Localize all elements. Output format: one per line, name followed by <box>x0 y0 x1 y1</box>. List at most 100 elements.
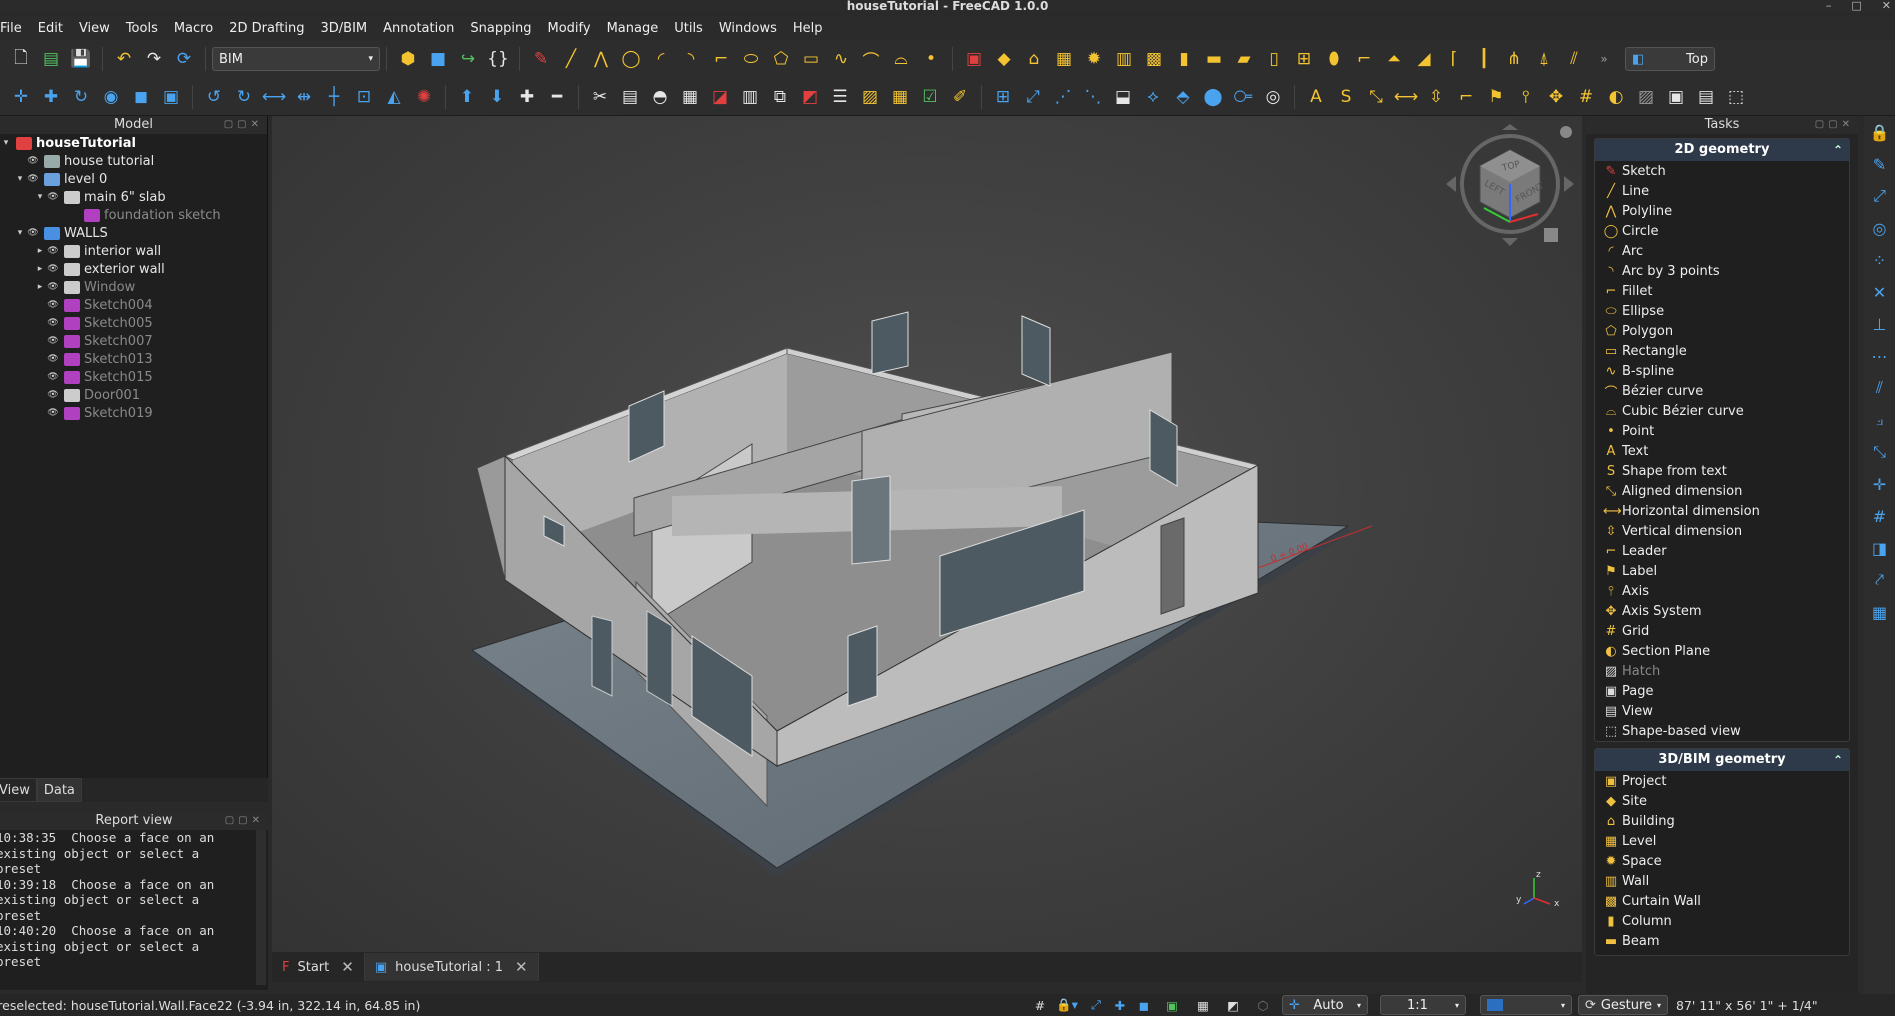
fillet-tool-icon[interactable]: ⌐ <box>708 46 734 72</box>
task-item[interactable]: ◝ Arc by 3 points <box>1595 261 1849 281</box>
rotate-icon[interactable]: ↻ <box>68 84 94 110</box>
export-icon[interactable]: ◪ <box>707 84 733 110</box>
leader-icon[interactable]: ⌐ <box>1453 84 1479 110</box>
tree-item[interactable]: ▾ 👁 level 0 <box>0 170 267 188</box>
task-item[interactable]: ⌐ Fillet <box>1595 281 1849 301</box>
perpendicular-snap-icon[interactable]: ⊥ <box>1864 308 1895 340</box>
navigation-cube[interactable]: TOP FRONT LEFT <box>1440 122 1580 262</box>
menu-edit[interactable]: Edit <box>30 21 71 36</box>
shape-text-tool-icon[interactable]: S <box>1333 84 1359 110</box>
plus-icon[interactable]: ✚ <box>514 84 540 110</box>
material-icon[interactable]: ▨ <box>857 84 883 110</box>
close-window-button[interactable]: ✕ <box>1882 0 1891 12</box>
plus-icon[interactable]: ✚ <box>1108 998 1132 1013</box>
expand-arrow-icon[interactable]: ▾ <box>34 192 46 202</box>
task-item[interactable]: ▰Slab <box>1595 951 1849 956</box>
space-tool-icon[interactable]: ✹ <box>1081 46 1107 72</box>
expand-arrow-icon[interactable]: ▾ <box>14 228 26 238</box>
axis-icon[interactable]: ⫯ <box>1513 84 1539 110</box>
task-item[interactable]: ▩ Curtain Wall <box>1595 891 1849 911</box>
ortho-snap-icon[interactable]: ✛ <box>1864 468 1895 500</box>
tree-item[interactable]: 👁 Sketch004 <box>0 296 267 314</box>
visibility-eye-icon[interactable]: 👁 <box>46 318 60 328</box>
mirror-icon[interactable]: ◭ <box>381 84 407 110</box>
box-icon[interactable]: ◼ <box>128 84 154 110</box>
link-icon[interactable]: ↪ <box>455 46 481 72</box>
column-tool-icon[interactable]: ▮ <box>1171 46 1197 72</box>
expand-arrow-icon[interactable]: ▾ <box>0 138 12 148</box>
table-icon[interactable]: ▦ <box>887 84 913 110</box>
arc3-tool-icon[interactable]: ◝ <box>678 46 704 72</box>
new-document-icon[interactable]: 🗋 <box>8 46 34 72</box>
door-front[interactable] <box>1160 517 1185 615</box>
minimize-button[interactable]: – <box>1826 0 1832 12</box>
task-item[interactable]: ▥ Wall <box>1595 871 1849 891</box>
3d-viewport[interactable]: 0 + 0 00 z y x <box>272 116 1582 952</box>
intersect-icon[interactable]: ⧃ <box>1230 84 1256 110</box>
task-item[interactable]: ╱ Line <box>1595 181 1849 201</box>
text-field-icon[interactable]: ▤ <box>617 84 643 110</box>
tree-item[interactable]: 👁 house tutorial <box>0 152 267 170</box>
dots-snap-icon[interactable]: ⁘ <box>1864 244 1895 276</box>
snap-icon[interactable]: ⤢ <box>1084 997 1108 1013</box>
report-scrollbar[interactable] <box>256 830 266 985</box>
shape-icon[interactable]: ◓ <box>647 84 673 110</box>
offset-icon[interactable]: ◉ <box>98 84 124 110</box>
panel-tool-icon[interactable]: ◢ <box>1411 46 1437 72</box>
refresh-icon[interactable]: ⟳ <box>171 46 197 72</box>
scale-icon[interactable]: ⊡ <box>351 84 377 110</box>
task-item[interactable]: ⌐ Leader <box>1595 541 1849 561</box>
tree-item[interactable]: 👁 Sketch019 <box>0 404 267 422</box>
truss-tool-icon[interactable]: ⋔ <box>1501 46 1527 72</box>
check-icon[interactable]: ☑ <box>917 84 943 110</box>
pdf-icon[interactable]: ◩ <box>797 84 823 110</box>
window-controls[interactable]: – □ ✕ <box>1826 0 1891 12</box>
visibility-eye-icon[interactable]: 👁 <box>46 192 60 202</box>
tree-item[interactable]: 👁 Sketch015 <box>0 368 267 386</box>
lock-icon[interactable]: 🔒 <box>1864 116 1895 148</box>
panel-controls-icon[interactable]: ▢▢✕ <box>1815 116 1854 134</box>
roof-tool-icon[interactable]: ⏶ <box>1381 46 1407 72</box>
task-item[interactable]: ⌂ Building <box>1595 811 1849 831</box>
menu-view[interactable]: View <box>71 21 118 36</box>
table-icon[interactable]: ▦ <box>1188 998 1218 1013</box>
redo-icon[interactable]: ↷ <box>141 46 167 72</box>
vertical-dim-icon[interactable]: ⇳ <box>1423 84 1449 110</box>
window-left-2[interactable] <box>646 610 673 707</box>
arrow-down-icon[interactable]: ⬇ <box>484 84 510 110</box>
snap-near-icon[interactable]: ⬓ <box>1110 84 1136 110</box>
special-snap-icon[interactable]: ⟓ <box>1864 404 1895 436</box>
tree-item[interactable]: foundation sketch <box>0 206 267 224</box>
code-icon[interactable]: ⧉ <box>767 84 793 110</box>
task-item[interactable]: ✹ Space <box>1595 851 1849 871</box>
lock-icon[interactable]: 🔒▾ <box>1050 997 1084 1013</box>
tab-start[interactable]: F Start ✕ <box>272 953 365 981</box>
task-item[interactable]: ⇳ Vertical dimension <box>1595 521 1849 541</box>
project-tool-icon[interactable]: ▣ <box>961 46 987 72</box>
page-icon[interactable]: ▣ <box>1663 84 1689 110</box>
split-icon[interactable]: ⟷ <box>261 84 287 110</box>
window-right-1[interactable] <box>1021 315 1051 387</box>
dimension-snap-icon[interactable]: ⤤ <box>1864 564 1895 596</box>
task-item[interactable]: # Grid <box>1595 621 1849 641</box>
curtain-wall-tool-icon[interactable]: ▩ <box>1141 46 1167 72</box>
task-group-header[interactable]: 2D geometry ⌃ <box>1595 139 1849 161</box>
snap-parallel-icon[interactable]: ⟡ <box>1140 84 1166 110</box>
house-model[interactable]: 0 + 0 00 z y x <box>272 116 1582 952</box>
rectangle-tool-icon[interactable]: ▭ <box>798 46 824 72</box>
task-item[interactable]: ◯ Circle <box>1595 221 1849 241</box>
menu-3d-bim[interactable]: 3D/BIM <box>312 21 375 36</box>
tree-item[interactable]: ▾ 👁 WALLS <box>0 224 267 242</box>
menu-macro[interactable]: Macro <box>166 21 221 36</box>
arc-tool-icon[interactable]: ◜ <box>648 46 674 72</box>
task-item[interactable]: ✥ Axis System <box>1595 601 1849 621</box>
scale-select[interactable]: 1:1 ▾ <box>1380 995 1466 1015</box>
tree-item[interactable]: 👁 Sketch007 <box>0 332 267 350</box>
snap-mode-select[interactable]: ✛ Auto ▾ <box>1282 995 1368 1015</box>
square-icon[interactable]: ◼ <box>1132 998 1156 1013</box>
collapse-icon[interactable]: ⌃ <box>1833 749 1843 771</box>
visibility-eye-icon[interactable]: 👁 <box>26 174 40 184</box>
frame-tool-icon[interactable]: ⌈ <box>1441 46 1467 72</box>
workbench-selector[interactable]: BIM ▾ <box>212 47 380 71</box>
slab-tool-icon[interactable]: ▰ <box>1231 46 1257 72</box>
